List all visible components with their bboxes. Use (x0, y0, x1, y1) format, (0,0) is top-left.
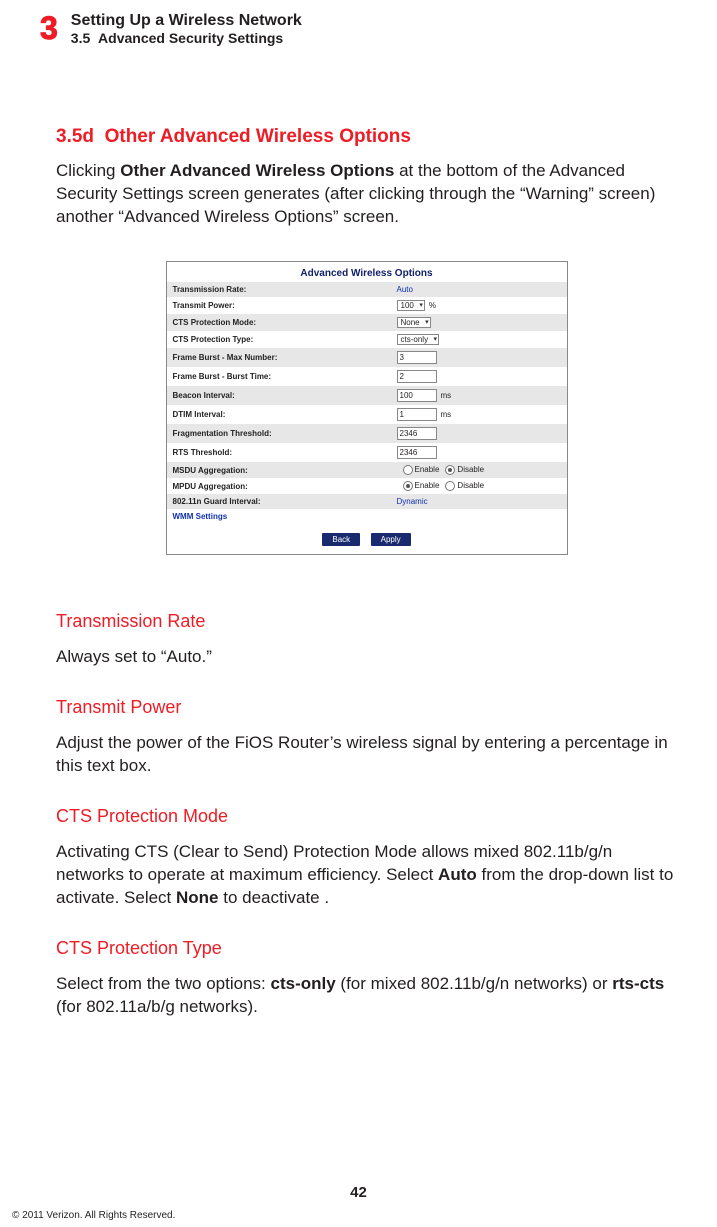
panel-button-row: Back Apply (167, 524, 567, 554)
heading-transmission-rate: Transmission Rate (56, 611, 677, 632)
input-dtim-interval[interactable]: 1 (397, 408, 437, 421)
subsection-title: Other Advanced Wireless Options (105, 126, 411, 147)
subsection-number: 3.5d (56, 126, 94, 147)
options-table: Transmission Rate:Auto Transmit Power:10… (167, 282, 567, 524)
wmm-settings-link[interactable]: WMM Settings (173, 512, 228, 521)
row-guard-interval: 802.11n Guard Interval:Dynamic (167, 494, 567, 509)
section-number: 3.5 (71, 30, 90, 46)
value-transmission-rate: Auto (397, 285, 413, 294)
row-transmission-rate: Transmission Rate:Auto (167, 282, 567, 297)
intro-paragraph: Clicking Other Advanced Wireless Options… (56, 160, 677, 229)
intro-pre: Clicking (56, 161, 120, 180)
row-mpdu: MPDU Aggregation:EnableDisable (167, 478, 567, 494)
input-rts-threshold[interactable]: 2346 (397, 446, 437, 459)
advanced-wireless-options-panel: Advanced Wireless Options Transmission R… (166, 261, 568, 555)
copyright-text: © 2011 Verizon. All Rights Reserved. (12, 1210, 175, 1221)
body-transmit-power: Adjust the power of the FiOS Router’s wi… (56, 732, 677, 778)
page-header: 3 Setting Up a Wireless Network 3.5 Adva… (24, 12, 693, 46)
row-rts-threshold: RTS Threshold:2346 (167, 443, 567, 462)
row-frame-burst-max: Frame Burst - Max Number:3 (167, 348, 567, 367)
input-frame-burst-max[interactable]: 3 (397, 351, 437, 364)
radio-msdu-enable[interactable] (403, 465, 413, 475)
select-transmit-power[interactable]: 100 (397, 300, 425, 311)
row-beacon-interval: Beacon Interval:100ms (167, 386, 567, 405)
heading-transmit-power: Transmit Power (56, 697, 677, 718)
input-frag-threshold[interactable]: 2346 (397, 427, 437, 440)
row-cts-type: CTS Protection Type:cts-only (167, 331, 567, 348)
row-wmm-settings: WMM Settings (167, 509, 567, 524)
intro-bold: Other Advanced Wireless Options (120, 161, 394, 180)
row-frame-burst-time: Frame Burst - Burst Time:2 (167, 367, 567, 386)
input-frame-burst-time[interactable]: 2 (397, 370, 437, 383)
row-dtim-interval: DTIM Interval:1ms (167, 405, 567, 424)
row-cts-mode: CTS Protection Mode:None (167, 314, 567, 331)
select-cts-type[interactable]: cts-only (397, 334, 440, 345)
page-number: 42 (0, 1184, 717, 1201)
apply-button[interactable]: Apply (371, 533, 411, 546)
body-cts-mode: Activating CTS (Clear to Send) Protectio… (56, 841, 677, 910)
row-msdu: MSDU Aggregation:EnableDisable (167, 462, 567, 478)
body-cts-type: Select from the two options: cts-only (f… (56, 973, 677, 1019)
back-button[interactable]: Back (322, 533, 360, 546)
body-transmission-rate: Always set to “Auto.” (56, 646, 677, 669)
input-beacon-interval[interactable]: 100 (397, 389, 437, 402)
section-id-line: 3.5 Advanced Security Settings (71, 30, 302, 46)
heading-cts-mode: CTS Protection Mode (56, 806, 677, 827)
panel-title: Advanced Wireless Options (167, 262, 567, 282)
section-title: Advanced Security Settings (98, 30, 283, 46)
chapter-number: 3 (40, 12, 57, 44)
heading-cts-type: CTS Protection Type (56, 938, 677, 959)
row-frag-threshold: Fragmentation Threshold:2346 (167, 424, 567, 443)
subsection-heading: 3.5d Other Advanced Wireless Options (56, 126, 677, 148)
radio-mpdu-disable[interactable] (445, 481, 455, 491)
radio-msdu-disable[interactable] (445, 465, 455, 475)
chapter-title: Setting Up a Wireless Network (71, 12, 302, 30)
select-cts-mode[interactable]: None (397, 317, 431, 328)
row-transmit-power: Transmit Power:100% (167, 297, 567, 314)
radio-mpdu-enable[interactable] (403, 481, 413, 491)
value-guard-interval: Dynamic (397, 497, 428, 506)
